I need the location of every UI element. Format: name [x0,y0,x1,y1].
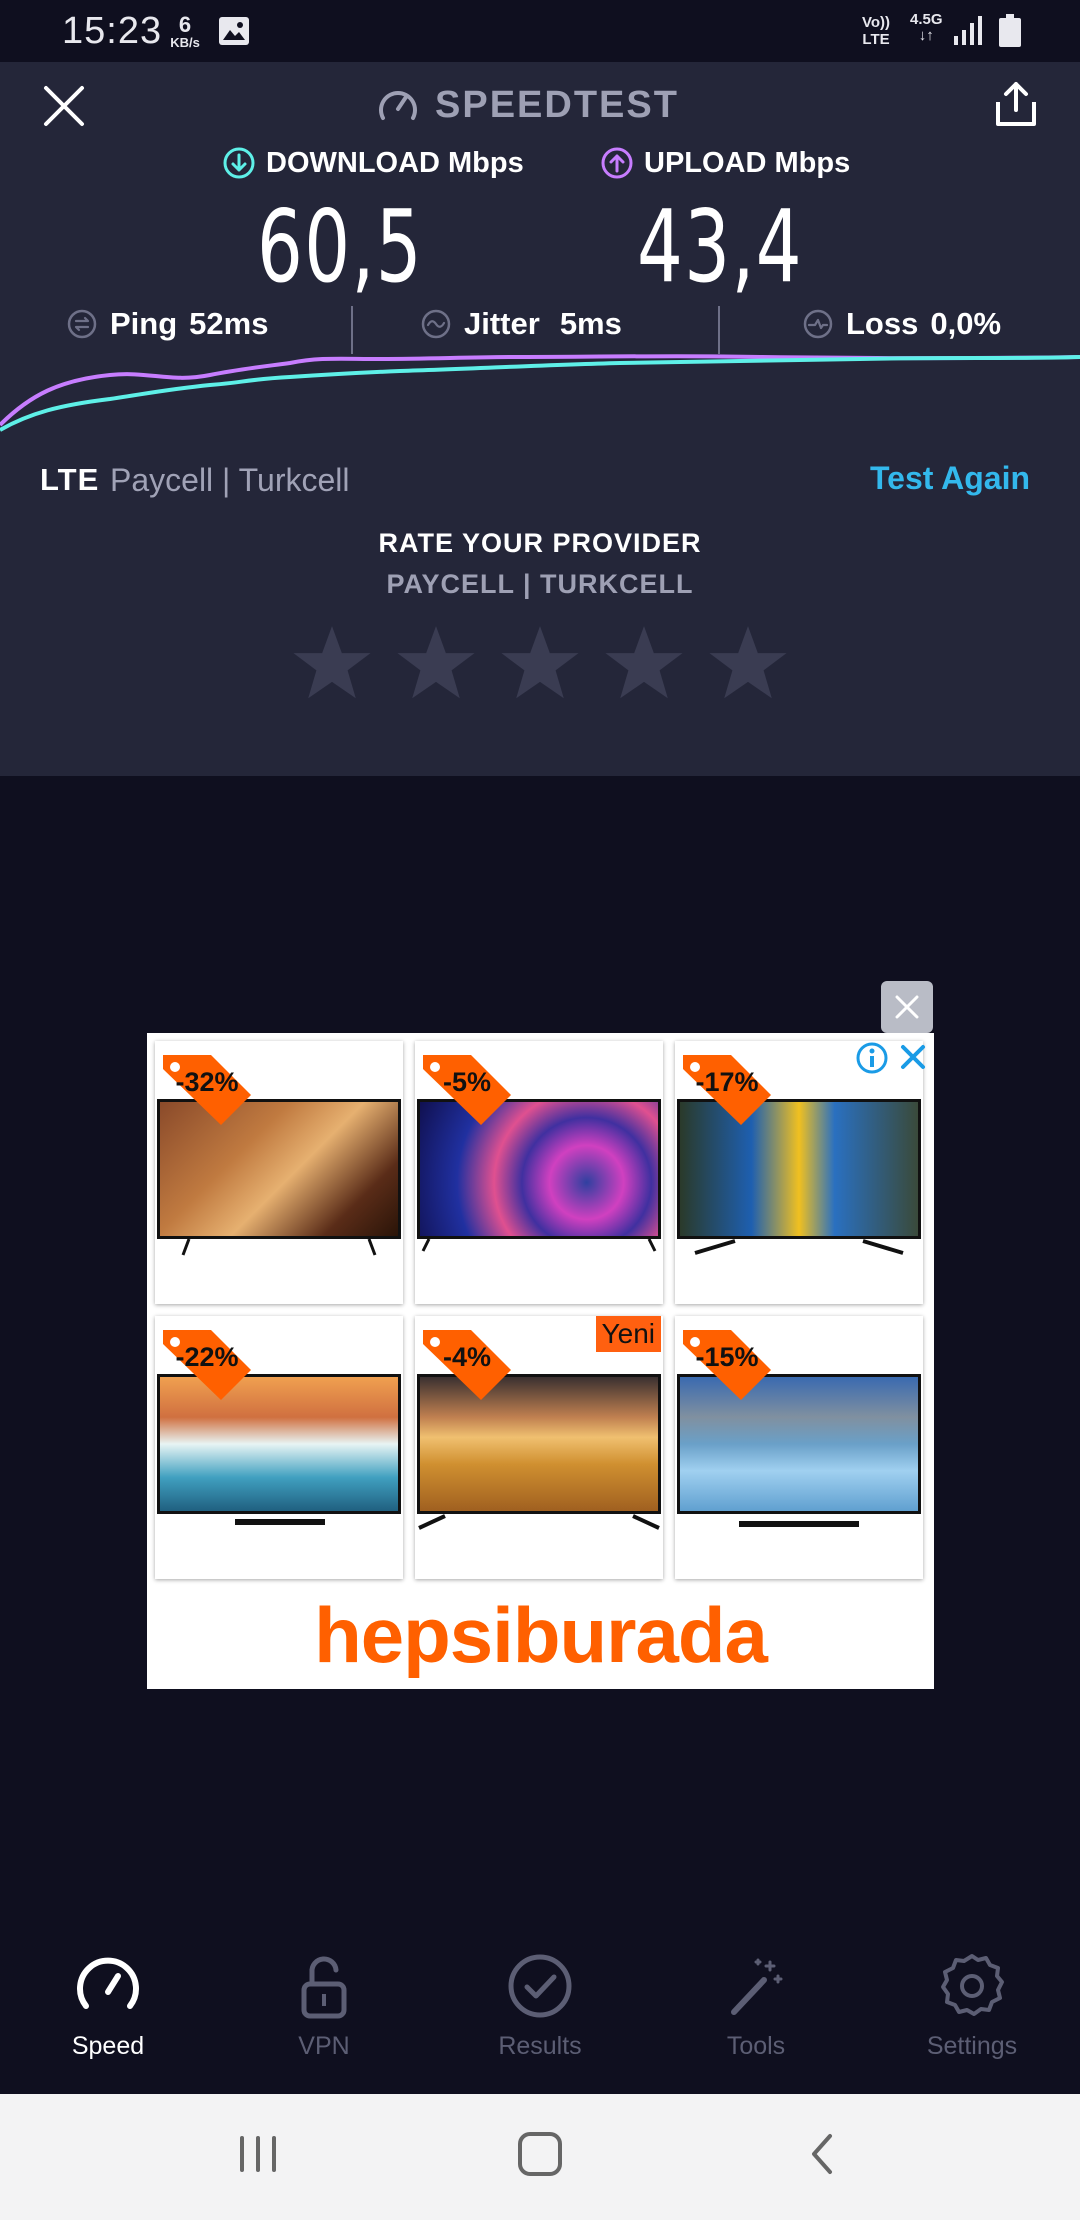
battery-icon [999,14,1021,47]
speedometer-icon [77,1957,139,2009]
ad-product-card[interactable]: -22% [155,1316,403,1579]
ping-icon [67,309,97,339]
close-icon[interactable] [40,82,88,130]
download-label-text: DOWNLOAD Mbps [266,146,524,179]
discount-label: -15% [695,1342,759,1372]
rating-star-5[interactable] [707,622,789,704]
jitter-icon [421,309,451,339]
tv-stand [181,1239,377,1256]
upload-arrow-icon [601,147,633,179]
upload-label-text: UPLOAD Mbps [644,146,851,179]
nav-label-tools: Tools [726,2032,786,2060]
app-title-text: SPEEDTEST [435,83,679,126]
nav-label-speed: Speed [71,2032,145,2060]
jitter-label: Jitter [464,306,540,341]
tv-stand [739,1521,859,1527]
ping-label: Ping [110,306,178,341]
network-speed-unit: KB/s [170,35,200,50]
loss-value: 0,0% [930,306,1002,341]
rating-star-1[interactable] [291,622,373,704]
ping-metric: Ping 52ms [66,306,268,342]
speedometer-icon [379,91,417,120]
share-icon[interactable] [990,78,1042,130]
connection-type: LTE [40,462,100,497]
ad-product-card[interactable]: -5% [415,1041,663,1304]
loss-label: Loss [846,306,919,341]
download-arrow-icon [223,147,255,179]
discount-label: -17% [695,1067,759,1097]
magic-wand-icon [731,1958,783,2015]
discount-label: -32% [175,1067,239,1097]
packet-loss-icon [803,309,833,339]
recent-apps-icon[interactable] [236,2124,280,2184]
rate-provider-name: PAYCELL | TURKCELL [386,569,694,599]
network-type-indicator: 4.5G ↓↑ [910,12,943,44]
speed-graph [0,354,1080,432]
tv-stand [421,1239,657,1252]
ad-product-card[interactable]: -17% [675,1041,923,1304]
discount-label: -5% [442,1067,491,1097]
tv-stand [418,1514,660,1530]
jitter-value: 5ms [559,306,622,341]
nav-item-results[interactable]: Results [432,1950,648,2061]
rating-star-2[interactable] [395,622,477,704]
test-again-button[interactable]: Test Again [870,460,1030,497]
back-icon[interactable] [800,2124,844,2184]
loss-metric: Loss 0,0% [802,306,1001,342]
ad-dismiss-icon[interactable] [898,1042,928,1072]
nav-label-results: Results [498,2032,582,2060]
bottom-navigation: Speed VPN Results Tools Settings [0,1950,1080,2094]
jitter-metric: Jitter 5ms [420,306,622,342]
nav-label-settings: Settings [926,2032,1018,2060]
ad-brand-logo[interactable]: hepsiburada [147,1590,934,1681]
status-clock: 15:23 [62,10,163,52]
new-badge: Yeni [595,1316,661,1352]
carrier-name: Paycell | Turkcell [110,462,350,498]
nav-item-tools[interactable]: Tools [648,1950,864,2061]
rating-star-3[interactable] [499,622,581,704]
download-label: DOWNLOAD Mbps [222,146,524,180]
network-speed-value: 6 [178,12,192,37]
nav-label-vpn: VPN [298,2032,350,2060]
download-value: 60,5 [256,188,424,305]
signal-strength-icon [954,16,982,45]
discount-label: -22% [175,1342,239,1372]
ping-value: 52ms [189,306,269,341]
home-icon[interactable] [514,2124,566,2184]
ad-product-card[interactable]: -4% Yeni [415,1316,663,1579]
nav-item-settings[interactable]: Settings [864,1950,1080,2061]
tv-stand [694,1239,904,1255]
app-title: SPEEDTEST [375,80,679,130]
close-icon [895,995,919,1019]
ad-product-card[interactable]: -15% [675,1316,923,1579]
discount-label: -4% [442,1342,491,1372]
lock-icon [301,1956,347,2019]
tv-stand [235,1519,325,1525]
ad-close-button[interactable] [881,981,933,1033]
nav-item-speed[interactable]: Speed [0,1950,216,2061]
system-navigation-bar [0,2094,1080,2220]
ad-info-icon[interactable] [855,1041,889,1075]
volte-indicator: Vo)) LTE [862,14,890,48]
check-circle-icon [508,1954,572,2018]
upload-label: UPLOAD Mbps [600,146,850,180]
rating-star-4[interactable] [603,622,685,704]
volte-lte-label: LTE [862,31,890,48]
gallery-notification-icon [219,17,249,45]
upload-value: 43,4 [636,188,804,305]
nav-item-vpn[interactable]: VPN [216,1950,432,2061]
download-speed-line [0,355,1080,432]
volte-label: Vo)) [862,14,891,31]
data-activity-arrows: ↓↑ [918,27,934,44]
network-speed-indicator: 6 KB/s [165,12,205,50]
gear-icon [941,1954,1004,2016]
ad-product-card[interactable]: -32% [155,1041,403,1304]
rate-provider-title: RATE YOUR PROVIDER [378,528,702,558]
rating-stars [0,622,1080,704]
network-type-label: 4.5G [910,11,943,28]
